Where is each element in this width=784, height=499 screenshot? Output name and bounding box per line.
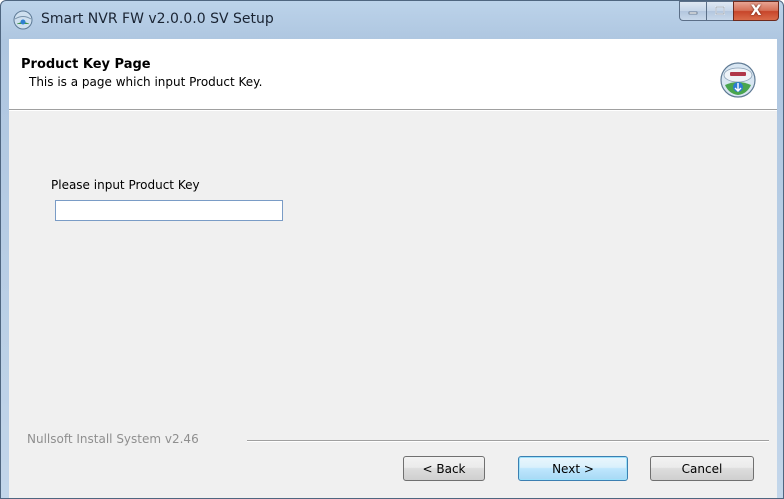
next-button[interactable]: Next >: [518, 456, 628, 481]
title-bar[interactable]: Smart NVR FW v2.0.0.0 SV Setup X: [1, 1, 783, 39]
footer-divider: [247, 440, 769, 442]
close-button[interactable]: X: [733, 1, 779, 21]
back-button[interactable]: < Back: [403, 456, 485, 481]
setup-window: Smart NVR FW v2.0.0.0 SV Setup X Product…: [0, 0, 784, 499]
maximize-button[interactable]: [706, 1, 733, 21]
maximize-icon: [715, 6, 725, 15]
installer-globe-icon: [720, 62, 756, 98]
minimize-icon: [688, 11, 698, 15]
page-title: Product Key Page: [21, 57, 151, 72]
close-icon: X: [750, 3, 762, 19]
header-divider: [9, 110, 777, 111]
product-key-input[interactable]: [55, 200, 283, 221]
wizard-header: Product Key Page This is a page which in…: [9, 39, 777, 110]
wizard-client-area: Product Key Page This is a page which in…: [9, 39, 777, 498]
minimize-button[interactable]: [679, 1, 706, 21]
product-key-label: Please input Product Key: [51, 178, 200, 192]
cancel-button[interactable]: Cancel: [650, 456, 754, 481]
installer-globe-icon: [13, 10, 33, 30]
window-title: Smart NVR FW v2.0.0.0 SV Setup: [41, 11, 274, 27]
nsis-branding-text: Nullsoft Install System v2.46: [27, 432, 199, 446]
page-subtitle: This is a page which input Product Key.: [29, 75, 263, 89]
caption-buttons: X: [679, 1, 779, 23]
